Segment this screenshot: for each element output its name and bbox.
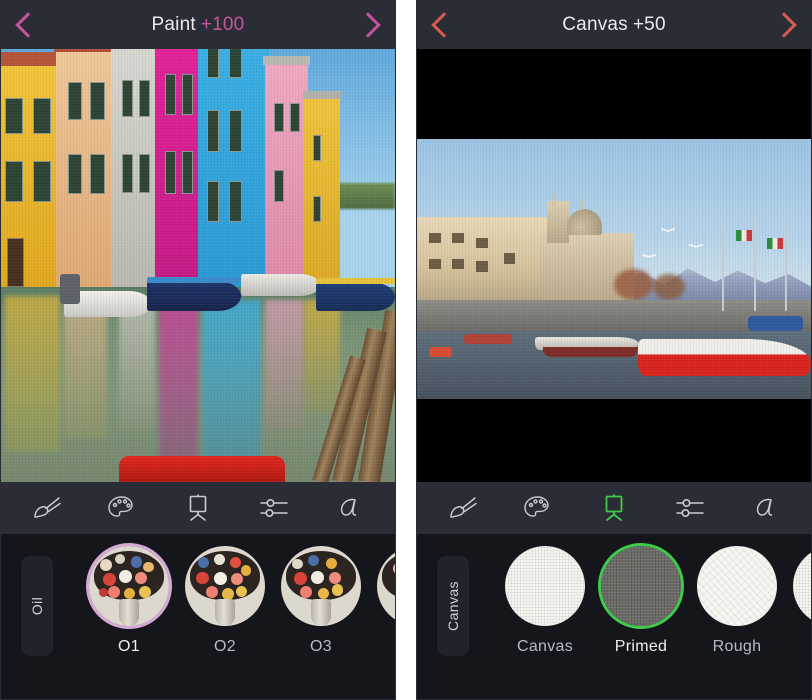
preset-item[interactable] (791, 546, 811, 638)
chevron-right-icon (771, 12, 797, 38)
easel-icon (189, 494, 207, 521)
preset-item[interactable]: Rough (695, 546, 779, 656)
palette-icon (524, 496, 550, 517)
right-preset-list[interactable]: Canvas Primed Rough (503, 546, 811, 656)
preset-thumbnail[interactable] (377, 546, 395, 626)
category-tab-oil-label: Oil (29, 596, 45, 616)
left-toolbar (1, 482, 395, 534)
preset-thumbnail[interactable] (697, 546, 777, 626)
right-header-bar: Canvas +50 (417, 1, 811, 49)
burano-canal-painting (1, 49, 395, 482)
right-header-back-button[interactable] (421, 1, 467, 49)
right-header-title: Canvas +50 (562, 14, 665, 36)
text-a-icon (341, 498, 357, 516)
tool-easel[interactable] (590, 487, 638, 529)
right-header-forward-button[interactable] (761, 1, 807, 49)
preset-label: O3 (310, 638, 332, 655)
left-header-forward-button[interactable] (345, 1, 391, 49)
category-tab-canvas-label: Canvas (445, 581, 461, 631)
tool-palette[interactable] (98, 487, 146, 529)
preset-item[interactable]: O1 (87, 546, 171, 656)
sliders-icon (675, 498, 704, 518)
italy-flag-icon (735, 230, 752, 241)
tool-sliders[interactable] (666, 487, 714, 529)
tool-brush[interactable] (439, 487, 487, 529)
right-preset-tray: Canvas Canvas Primed Rough (417, 534, 811, 699)
left-header-badge: +100 (200, 14, 245, 35)
easel-icon (605, 494, 623, 521)
preset-thumbnail[interactable] (185, 546, 265, 626)
preset-label: Primed (614, 638, 668, 655)
chevron-right-icon (355, 12, 381, 38)
tool-text[interactable] (741, 487, 789, 529)
left-header-title-text: Paint (151, 14, 196, 35)
chevron-left-icon (431, 12, 457, 38)
right-phone-screen: Canvas +50 Canvas Canvas Primed Rough (416, 0, 812, 700)
right-toolbar (417, 482, 811, 534)
preset-item[interactable]: Canvas (503, 546, 587, 656)
tool-palette[interactable] (514, 487, 562, 529)
left-artwork-viewport[interactable] (1, 49, 395, 482)
lakeside-harbour-painting (417, 139, 811, 399)
text-a-icon (757, 498, 773, 516)
right-header-badge: +50 (632, 14, 666, 35)
left-preset-list[interactable]: O1 O2 O3 (87, 546, 395, 656)
preset-thumbnail[interactable] (505, 546, 585, 626)
preset-thumbnail[interactable] (281, 546, 361, 626)
tool-sliders[interactable] (250, 487, 298, 529)
preset-thumbnail[interactable] (601, 546, 681, 626)
palette-icon (108, 496, 134, 517)
chevron-left-icon (15, 12, 41, 38)
tool-text[interactable] (325, 487, 373, 529)
screenshot-root: Paint +100 Oil O1 O2 O3 Canvas +50 Canva… (0, 0, 812, 700)
right-artwork-viewport[interactable] (417, 49, 811, 482)
preset-item[interactable]: O3 (279, 546, 363, 656)
category-tab-oil[interactable]: Oil (21, 556, 53, 656)
preset-thumbnail[interactable] (793, 546, 811, 626)
preset-label: Canvas (516, 638, 574, 655)
left-header-title: Paint +100 (152, 14, 245, 36)
left-header-bar: Paint +100 (1, 1, 395, 49)
italy-flag-icon (767, 237, 784, 249)
preset-label: O2 (214, 638, 236, 655)
tool-easel[interactable] (174, 487, 222, 529)
brush-icon (34, 497, 61, 518)
category-tab-canvas[interactable]: Canvas (437, 556, 469, 656)
left-preset-tray: Oil O1 O2 O3 (1, 534, 395, 699)
preset-thumbnail[interactable] (89, 546, 169, 626)
preset-item[interactable]: Primed (599, 546, 683, 656)
right-header-title-text: Canvas (562, 14, 628, 35)
left-phone-screen: Paint +100 Oil O1 O2 O3 (0, 0, 396, 700)
preset-label: Rough (712, 638, 762, 655)
preset-label: O1 (118, 638, 140, 655)
tool-brush[interactable] (23, 487, 71, 529)
preset-item[interactable] (375, 546, 395, 638)
brush-icon (450, 497, 477, 518)
preset-item[interactable]: O2 (183, 546, 267, 656)
left-header-back-button[interactable] (5, 1, 51, 49)
sliders-icon (259, 498, 288, 518)
